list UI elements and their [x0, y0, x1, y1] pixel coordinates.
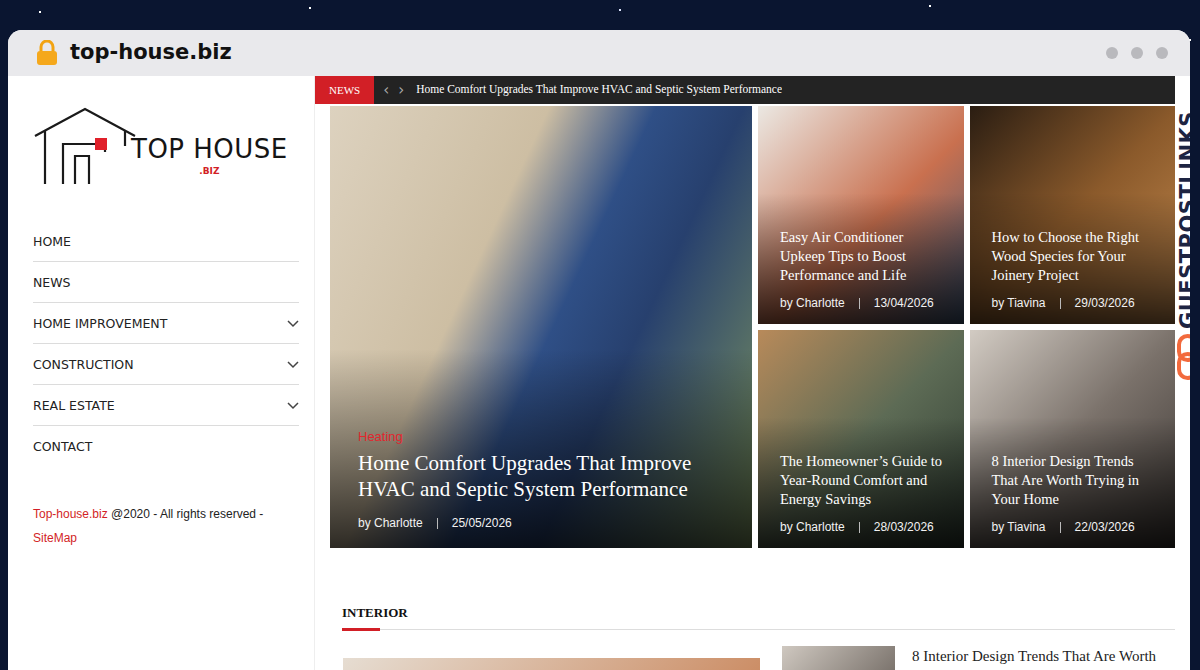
chevron-down-icon[interactable]	[287, 441, 299, 453]
card-title[interactable]: Home Comfort Upgrades That Improve HVAC …	[358, 450, 728, 502]
logo[interactable]: TOP HOUSE .BIZ	[33, 106, 299, 188]
section-header: INTERIOR	[342, 603, 1175, 630]
card-title[interactable]: 8 Interior Design Trends That Are Worth …	[992, 452, 1162, 509]
card-meta: by Charlotte 28/03/2026	[780, 518, 950, 536]
address-bar: top-house.biz	[8, 30, 1190, 76]
sidebar-item-label[interactable]: HOME	[33, 232, 71, 251]
card-author[interactable]: by Tiavina	[992, 518, 1046, 536]
featured-grid: Heating Home Comfort Upgrades That Impro…	[330, 106, 1175, 548]
sidebar-item-label[interactable]: CONTACT	[33, 437, 92, 456]
card-meta: by Tiavina 29/03/2026	[992, 294, 1162, 312]
article-card[interactable]: 8 Interior Design Trends That Are Worth …	[970, 330, 1176, 548]
category-label[interactable]: Heating	[358, 427, 728, 447]
card-author[interactable]: by Tiavina	[992, 294, 1046, 312]
screen: top-house.biz	[0, 0, 1200, 670]
card-title[interactable]: The Homeowner’s Guide to Year-Round Comf…	[780, 452, 950, 509]
sidebar-item-label[interactable]: CONSTRUCTION	[33, 355, 134, 374]
lock-icon	[36, 40, 58, 66]
sidebar-item[interactable]: REAL ESTATE	[33, 385, 299, 426]
article-card[interactable]: The Homeowner’s Guide to Year-Round Comf…	[758, 330, 964, 548]
house-icon	[33, 106, 137, 186]
window-dot-icon[interactable]	[1106, 47, 1118, 59]
sidebar-footer: Top-house.biz @2020 - All rights reserve…	[33, 502, 299, 550]
featured-card[interactable]: Heating Home Comfort Upgrades That Impro…	[330, 106, 752, 548]
chain-link-icon	[1176, 334, 1190, 380]
card-title[interactable]: Easy Air Conditioner Upkeep Tips to Boos…	[780, 228, 950, 285]
logo-text: TOP HOUSE .BIZ	[131, 136, 288, 176]
sidebar-menu: HOME NEWS HOME IMPROVEMENT CONSTRUCTION REAL…	[33, 221, 299, 466]
sidebar-item[interactable]: CONTACT	[33, 426, 299, 466]
card-meta: by Charlotte 13/04/2026	[780, 294, 950, 312]
chevron-down-icon[interactable]	[287, 359, 299, 371]
meta-separator	[1060, 298, 1061, 309]
card-date: 13/04/2026	[874, 294, 934, 312]
ticker-label: NEWS	[315, 76, 374, 104]
sidebar-item[interactable]: HOME IMPROVEMENT	[33, 303, 299, 344]
sidebar-item-label[interactable]: REAL ESTATE	[33, 396, 115, 415]
url-text[interactable]: top-house.biz	[70, 37, 232, 69]
section-article-title[interactable]: 8 Interior Design Trends That Are Worth …	[912, 646, 1175, 670]
logo-tld[interactable]: .BIZ	[131, 167, 288, 176]
meta-separator	[1060, 522, 1061, 533]
browser-window: top-house.biz	[8, 30, 1190, 670]
window-dot-icon[interactable]	[1131, 47, 1143, 59]
watermark-text: GUESTPOSTLINKS	[1174, 92, 1190, 348]
window-dot-icon[interactable]	[1156, 47, 1168, 59]
card-date: 25/05/2026	[452, 514, 512, 532]
copyright-text: @2020 - All rights reserved -	[111, 507, 263, 521]
card-date: 28/03/2026	[874, 518, 934, 536]
page: TOP HOUSE .BIZ HOME NEWS HOME IMPROVEMENT C…	[8, 76, 1190, 670]
section-row: 8 Interior Design Trends That Are Worth …	[343, 646, 1175, 670]
section-title[interactable]: INTERIOR	[342, 603, 408, 629]
news-ticker: NEWS ‹ › Home Comfort Upgrades That Impr…	[315, 76, 1175, 104]
ticker-next-button[interactable]: ›	[398, 83, 404, 98]
card-author[interactable]: by Charlotte	[358, 514, 423, 532]
sidebar-item-label[interactable]: HOME IMPROVEMENT	[33, 314, 167, 333]
chevron-down-icon[interactable]	[287, 318, 299, 330]
sidebar-item[interactable]: HOME	[33, 221, 299, 262]
chevron-down-icon[interactable]	[287, 277, 299, 289]
sidebar: TOP HOUSE .BIZ HOME NEWS HOME IMPROVEMENT C…	[8, 76, 315, 670]
article-thumbnail[interactable]	[782, 646, 895, 670]
article-card[interactable]: Easy Air Conditioner Upkeep Tips to Boos…	[758, 106, 964, 324]
ticker-headline[interactable]: Home Comfort Upgrades That Improve HVAC …	[416, 81, 782, 98]
sitemap-link[interactable]: SiteMap	[33, 526, 299, 550]
ticker-prev-button[interactable]: ‹	[383, 83, 389, 98]
sidebar-item[interactable]: CONSTRUCTION	[33, 344, 299, 385]
sidebar-item[interactable]: NEWS	[33, 262, 299, 303]
article-card[interactable]: How to Choose the Right Wood Species for…	[970, 106, 1176, 324]
card-date: 29/03/2026	[1075, 294, 1135, 312]
card-meta: by Tiavina 22/03/2026	[992, 518, 1162, 536]
logo-name[interactable]: TOP HOUSE	[131, 136, 288, 162]
card-meta: by Charlotte 25/05/2026	[358, 514, 728, 532]
copyright-line: Top-house.biz @2020 - All rights reserve…	[33, 502, 299, 526]
meta-separator	[437, 518, 438, 529]
card-author[interactable]: by Charlotte	[780, 518, 845, 536]
main-content: NEWS ‹ › Home Comfort Upgrades That Impr…	[315, 76, 1190, 670]
site-link[interactable]: Top-house.biz	[33, 507, 108, 521]
section-article[interactable]: 8 Interior Design Trends That Are Worth …	[782, 646, 1175, 670]
meta-separator	[859, 522, 860, 533]
section-photo[interactable]	[343, 658, 760, 670]
chevron-down-icon[interactable]	[287, 236, 299, 248]
card-title[interactable]: How to Choose the Right Wood Species for…	[992, 228, 1162, 285]
card-date: 22/03/2026	[1075, 518, 1135, 536]
chevron-down-icon[interactable]	[287, 400, 299, 412]
meta-separator	[859, 298, 860, 309]
sidebar-item-label[interactable]: NEWS	[33, 273, 71, 292]
window-controls	[1106, 47, 1168, 59]
card-author[interactable]: by Charlotte	[780, 294, 845, 312]
